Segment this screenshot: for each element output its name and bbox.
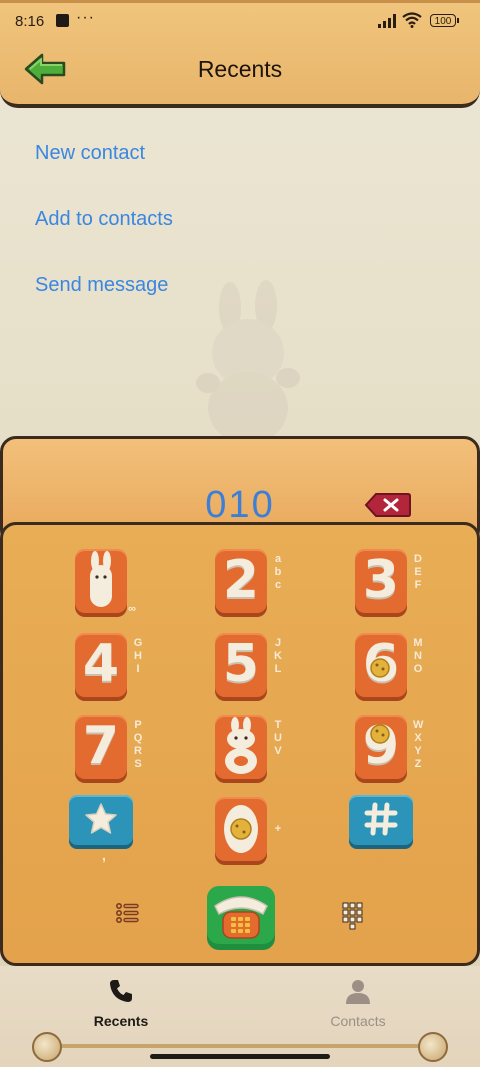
key-2-letters: abc xyxy=(274,553,282,591)
cookie-decoration-icon xyxy=(370,724,390,744)
wifi-icon xyxy=(402,12,422,28)
bottom-navigation: Recents Contacts xyxy=(0,966,480,1067)
decorative-knob-left xyxy=(32,1032,62,1062)
key-2-digit: 2 xyxy=(222,550,260,610)
bunny-digit-eight-icon xyxy=(225,717,257,774)
home-indicator[interactable] xyxy=(150,1054,330,1059)
key-3[interactable]: 3 DEF xyxy=(355,549,422,613)
nav-contacts-label: Contacts xyxy=(330,1013,386,1029)
star-icon xyxy=(85,803,117,834)
key-4[interactable]: 4 GHI xyxy=(75,633,142,697)
egg-zero-icon xyxy=(224,805,258,853)
status-time: 8:16 xyxy=(15,13,45,30)
backspace-icon[interactable] xyxy=(364,492,412,518)
add-to-contacts-link[interactable]: Add to contacts xyxy=(35,208,173,231)
decorative-rope xyxy=(58,1044,422,1048)
battery-icon: 100 xyxy=(430,14,459,27)
key-5[interactable]: 5 JKL xyxy=(215,633,282,697)
page-title: Recents xyxy=(197,56,283,82)
header-bar: 8:16 ··· 100 Recents xyxy=(0,0,480,108)
key-4-letters: GHI xyxy=(133,637,143,675)
key-star[interactable] xyxy=(69,795,133,845)
call-log-list-icon[interactable] xyxy=(116,902,140,924)
person-icon xyxy=(346,980,370,1004)
key-7-letters: PQRS xyxy=(133,719,143,770)
key-0[interactable]: + xyxy=(215,797,281,861)
bunny-wallpaper-image xyxy=(196,280,300,444)
key-6[interactable]: 6 MNO xyxy=(355,633,423,697)
key-7[interactable]: 7 PQRS xyxy=(75,715,142,779)
key-9[interactable]: 9 WXYZ xyxy=(355,715,423,779)
key-4-digit: 4 xyxy=(82,634,120,694)
send-message-link[interactable]: Send message xyxy=(35,274,168,297)
cookie-decoration-icon xyxy=(370,658,390,678)
key-1[interactable]: ∞ xyxy=(75,549,136,615)
decorative-knob-right xyxy=(418,1032,448,1062)
hash-icon xyxy=(364,802,398,836)
key-hash[interactable] xyxy=(349,795,413,845)
key-5-digit: 5 xyxy=(222,634,260,694)
notification-icon xyxy=(56,14,69,27)
call-button[interactable] xyxy=(205,884,277,952)
bunny-digit-one-icon xyxy=(90,551,112,607)
key-0-plus-label: + xyxy=(274,823,282,835)
star-key-pause-label: , xyxy=(102,847,106,863)
status-bar: 8:16 ··· 100 xyxy=(0,0,480,42)
key-6-letters: MNO xyxy=(413,637,423,675)
nav-recents-label: Recents xyxy=(93,1013,149,1029)
nav-recents[interactable]: Recents xyxy=(51,978,191,1029)
nav-contacts[interactable]: Contacts xyxy=(288,978,428,1029)
key-1-letters: ∞ xyxy=(128,603,136,615)
more-notifications-icon: ··· xyxy=(76,9,95,26)
phone-icon xyxy=(110,980,132,1002)
key-3-digit: 3 xyxy=(362,550,400,610)
key-3-letters: DEF xyxy=(414,553,422,591)
key-9-letters: WXYZ xyxy=(413,719,424,770)
key-2[interactable]: 2 abc xyxy=(215,549,281,613)
key-5-letters: JKL xyxy=(274,637,282,675)
key-8-letters: TUV xyxy=(274,719,282,757)
signal-icon xyxy=(378,14,396,28)
key-7-digit: 7 xyxy=(82,716,120,776)
key-8[interactable]: TUV xyxy=(215,715,282,779)
new-contact-link[interactable]: New contact xyxy=(35,142,145,165)
dialpad-toggle-icon[interactable] xyxy=(342,902,364,932)
